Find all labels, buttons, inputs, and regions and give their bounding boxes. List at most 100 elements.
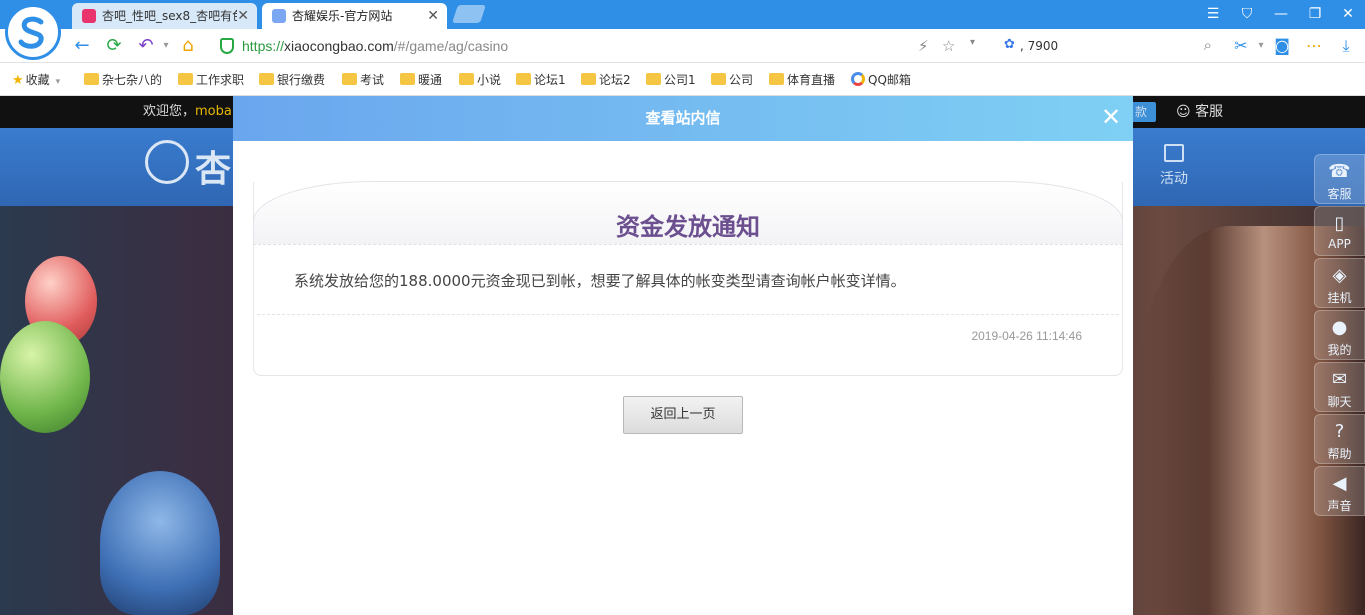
bookmark-folder[interactable]: 考试 (342, 71, 384, 89)
close-window-button[interactable]: ✕ (1331, 0, 1365, 29)
search-field[interactable]: ✿ , 7900 ⌕ (1000, 33, 1218, 59)
bookmark-favorites[interactable]: ★ 收藏 ▾ (12, 71, 60, 89)
dock-item-kefu[interactable]: ☎ 客服 (1314, 154, 1365, 204)
more-icon[interactable]: ⋯ (1303, 35, 1325, 57)
welcome-username[interactable]: moba (195, 104, 232, 119)
tab-title: 杏耀娱乐-官方网站 (292, 9, 393, 23)
headset-icon: ☎ (1328, 161, 1351, 182)
bookmark-folder[interactable]: 论坛1 (516, 71, 566, 89)
shark-mascot-image (100, 471, 220, 615)
home-icon[interactable]: ⌂ (176, 34, 200, 58)
back-button[interactable]: 返回上一页 (623, 396, 743, 434)
star-icon: ★ (12, 73, 24, 88)
bookmark-label: 论坛2 (599, 73, 631, 87)
bookmark-folder[interactable]: 银行缴费 (259, 71, 325, 89)
tab-title: 杏吧_性吧_sex8_杏吧有色 (102, 9, 237, 23)
lightning-icon[interactable]: ⚡ (918, 37, 929, 55)
welcome-prefix: 欢迎您， (143, 104, 196, 119)
restore-button[interactable]: ❐ (1298, 0, 1332, 29)
folder-icon (400, 73, 415, 85)
dock-item-mine[interactable]: ● 我的 (1314, 310, 1365, 360)
folder-icon (259, 73, 274, 85)
user-icon: ● (1331, 317, 1348, 338)
dock-label: 挂机 (1327, 291, 1352, 305)
folder-icon (84, 73, 99, 85)
url-field[interactable]: https://xiaocongbao.com/#/game/ag/casino… (212, 33, 992, 59)
new-tab-button[interactable] (452, 5, 486, 23)
nav-activity-label: 活动 (1160, 171, 1188, 187)
divider (257, 314, 1119, 315)
search-icon[interactable]: ⌕ (1204, 36, 1212, 54)
site-logo-icon[interactable] (145, 140, 189, 184)
bookmark-label: 体育直播 (787, 73, 836, 87)
customer-service-label: 客服 (1195, 104, 1224, 120)
refresh-icon[interactable]: ⟳ (102, 34, 126, 58)
chevron-down-icon[interactable]: ▾ (154, 34, 178, 58)
browser-tab-bar: 杏吧_性吧_sex8_杏吧有色 ✕ 杏耀娱乐-官方网站 ✕ ☰ ⛉ — ❐ ✕ (0, 0, 1365, 29)
minimize-button[interactable]: — (1264, 0, 1298, 29)
bookmark-folder[interactable]: 小说 (459, 71, 501, 89)
bookmark-folder[interactable]: 杂七杂八的 (84, 71, 162, 89)
chevron-down-icon[interactable]: ▾ (970, 37, 975, 48)
close-icon[interactable]: ✕ (1099, 105, 1123, 130)
browser-tab[interactable]: 杏吧_性吧_sex8_杏吧有色 ✕ (72, 3, 257, 29)
search-input[interactable]: , 7900 (1020, 33, 1058, 59)
bookmark-folder[interactable]: 暖通 (400, 71, 442, 89)
url-host: xiaocongbao.com (284, 38, 394, 54)
browser-logo-icon[interactable] (5, 4, 61, 60)
dock-label: 我的 (1327, 343, 1352, 357)
tab-close-icon[interactable]: ✕ (237, 3, 249, 29)
extension-icon[interactable]: ◙ (1271, 35, 1293, 57)
chevron-down-icon[interactable]: ▾ (1250, 35, 1272, 57)
bookmark-qq-mail[interactable]: QQ邮箱 (851, 71, 911, 89)
url-text[interactable]: https://xiaocongbao.com/#/game/ag/casino (242, 33, 508, 59)
folder-icon (581, 73, 596, 85)
bookmark-label: 小说 (477, 73, 502, 87)
dock-label: 帮助 (1327, 447, 1352, 461)
nav-activity[interactable]: 活动 (1157, 144, 1191, 188)
bookmark-label: 收藏 (25, 73, 50, 87)
url-path: /#/game/ag/casino (393, 38, 509, 54)
bookmark-folder[interactable]: 体育直播 (769, 71, 835, 89)
address-toolbar: ← ⟳ ↶ ▾ ⌂ https://xiaocongbao.com/#/game… (0, 29, 1365, 63)
customer-service-link[interactable]: ☺ 客服 (1176, 96, 1223, 128)
dock-item-help[interactable]: ? 帮助 (1314, 414, 1365, 464)
chevron-down-icon: ▾ (55, 77, 61, 87)
dock-label: 声音 (1327, 499, 1352, 513)
bookmark-folder[interactable]: 论坛2 (581, 71, 631, 89)
skin-icon[interactable]: ⛉ (1230, 0, 1264, 29)
tab-favicon-icon (272, 9, 286, 23)
speaker-icon: ◀ (1332, 473, 1347, 494)
phone-icon: ▯ (1334, 213, 1345, 234)
site-logo-text[interactable]: 杏 (195, 140, 231, 192)
favorite-star-icon[interactable]: ☆ (942, 37, 955, 55)
menu-icon[interactable]: ☰ (1196, 0, 1230, 29)
dock-item-app[interactable]: ▯ APP (1314, 206, 1365, 256)
modal-header: 查看站内信 ✕ (233, 96, 1133, 141)
tab-close-icon[interactable]: ✕ (427, 3, 439, 29)
bookmark-label: 公司1 (664, 73, 696, 87)
bookmark-label: QQ邮箱 (868, 73, 911, 87)
url-scheme: https:// (242, 38, 285, 54)
bookmark-label: 公司 (729, 73, 754, 87)
folder-icon (516, 73, 531, 85)
scissors-icon[interactable]: ✂ (1230, 35, 1252, 57)
download-icon[interactable]: ⤓ (1335, 35, 1357, 57)
bookmark-folder[interactable]: 公司1 (646, 71, 696, 89)
bookmark-label: 杂七杂八的 (102, 73, 163, 87)
folder-icon (178, 73, 193, 85)
bookmark-folder[interactable]: 工作求职 (178, 71, 244, 89)
bookmark-label: 考试 (360, 73, 385, 87)
back-icon[interactable]: ← (70, 34, 94, 58)
dock-item-guaji[interactable]: ◈ 挂机 (1314, 258, 1365, 308)
dock-item-chat[interactable]: ✉ 聊天 (1314, 362, 1365, 412)
bookmark-folder[interactable]: 公司 (711, 71, 753, 89)
sogou-s-icon (18, 16, 44, 49)
dock-item-sound[interactable]: ◀ 声音 (1314, 466, 1365, 516)
folder-icon (646, 73, 661, 85)
browser-tab-active[interactable]: 杏耀娱乐-官方网站 ✕ (262, 3, 447, 29)
gift-icon (1164, 144, 1184, 162)
bookmark-label: 工作求职 (196, 73, 245, 87)
modal-title: 查看站内信 (645, 109, 721, 127)
secure-shield-icon (220, 38, 234, 54)
